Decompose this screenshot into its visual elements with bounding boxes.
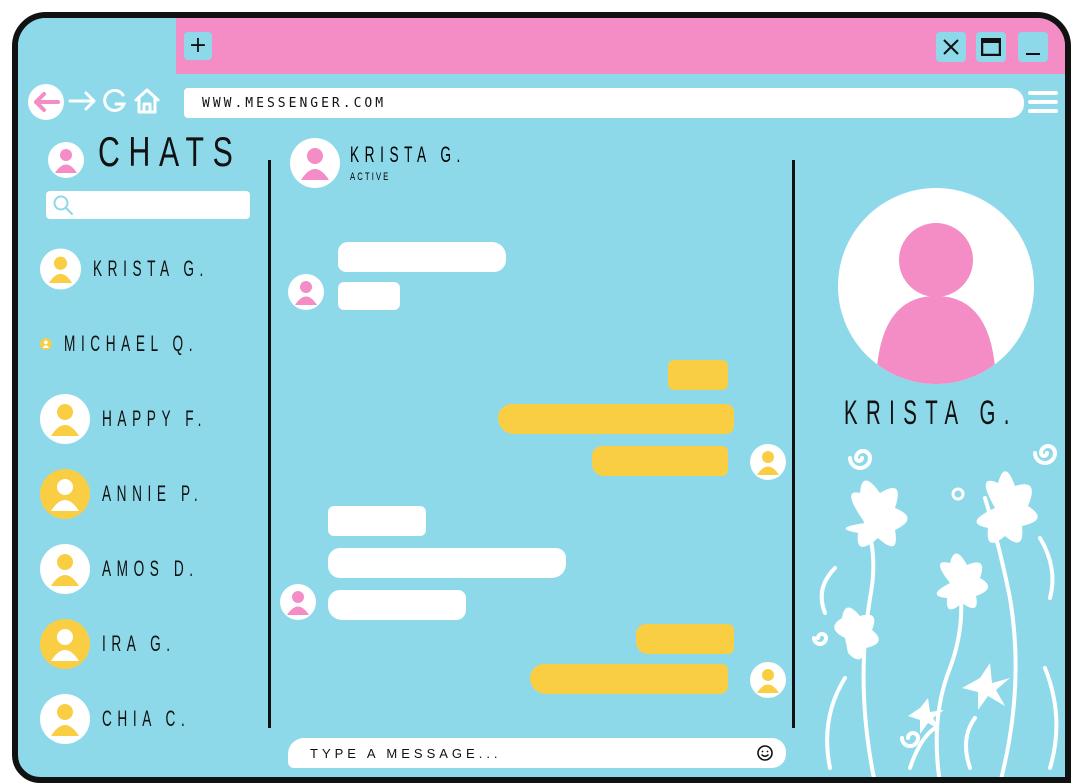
minimize-icon	[1026, 53, 1040, 55]
tab-strip	[168, 18, 1065, 74]
reload-icon	[103, 88, 127, 112]
chat-contact-status: ACTIVE	[350, 171, 391, 183]
yellow-bg-person-icon	[40, 248, 82, 290]
search-input[interactable]	[46, 191, 250, 219]
contact-name: KRISTA G.	[93, 256, 209, 281]
profile-person-icon	[876, 223, 996, 384]
white-bg-person-icon	[40, 469, 90, 519]
outgoing-message[interactable]	[668, 360, 728, 390]
my-avatar-icon	[750, 662, 786, 698]
new-tab-button[interactable]: +	[184, 32, 212, 60]
contact-name: CHIA C.	[102, 706, 191, 731]
contact-name: AMOS D.	[102, 556, 199, 581]
floral-decoration	[812, 444, 1059, 777]
back-arrow-icon	[34, 92, 60, 112]
forward-arrow-icon	[68, 91, 96, 111]
chat-contact-avatar-icon[interactable]	[290, 138, 340, 188]
sidebar-divider	[268, 160, 271, 728]
contact-item[interactable]: MICHAEL Q.	[40, 318, 280, 370]
navigation-bar: WWW.MESSENGER.COM	[18, 76, 1065, 128]
yellow-bg-person-icon	[40, 394, 90, 444]
maximize-icon	[981, 38, 1001, 56]
incoming-message[interactable]	[328, 548, 566, 578]
close-icon	[943, 39, 959, 55]
profile-avatar	[838, 188, 1034, 384]
plus-icon: +	[188, 33, 208, 58]
tab-bar: +	[18, 18, 1065, 74]
home-icon	[134, 88, 160, 114]
outgoing-message[interactable]	[636, 624, 734, 654]
browser-window: + WWW.MESSENGER.COM CHATS KRISTA G. MICH…	[12, 12, 1071, 783]
contact-item[interactable]: AMOS D.	[40, 543, 280, 595]
hamburger-menu-icon[interactable]	[1027, 86, 1059, 118]
emoji-icon[interactable]	[756, 744, 774, 762]
profile-divider	[792, 160, 795, 728]
message-input[interactable]: TYPE A MESSAGE...	[288, 738, 786, 768]
contact-name: IRA G.	[102, 631, 176, 656]
incoming-message[interactable]	[328, 506, 426, 536]
contact-item[interactable]: ANNIE P.	[40, 468, 280, 520]
contact-item[interactable]: CHIA C.	[40, 693, 280, 745]
outgoing-message[interactable]	[498, 404, 734, 434]
back-button[interactable]	[28, 84, 64, 120]
message-input-placeholder: TYPE A MESSAGE...	[310, 745, 502, 761]
minimize-button[interactable]	[1018, 32, 1048, 62]
yellow-bg-person-icon	[40, 694, 90, 744]
sender-avatar-icon	[280, 584, 316, 620]
search-icon	[53, 195, 73, 215]
contact-item[interactable]: KRISTA G.	[40, 243, 280, 295]
white-bg-person-icon	[40, 619, 90, 669]
outgoing-message[interactable]	[530, 664, 728, 694]
profile-name: KRISTA G.	[844, 394, 1018, 432]
contact-item[interactable]: HAPPY F.	[40, 393, 280, 445]
contact-name: ANNIE P.	[102, 481, 204, 506]
address-bar[interactable]: WWW.MESSENGER.COM	[184, 88, 1024, 118]
home-button[interactable]	[132, 86, 162, 116]
chat-contact-name: KRISTA G.	[350, 142, 466, 167]
incoming-message[interactable]	[338, 282, 400, 310]
forward-button[interactable]	[68, 86, 98, 116]
tab-active[interactable]	[18, 18, 176, 74]
incoming-message[interactable]	[328, 590, 466, 620]
contact-item[interactable]: IRA G.	[40, 618, 280, 670]
my-avatar-icon	[750, 444, 786, 480]
close-button[interactable]	[936, 32, 966, 62]
incoming-message[interactable]	[338, 242, 506, 272]
maximize-button[interactable]	[976, 32, 1006, 62]
contact-name: MICHAEL Q.	[63, 331, 198, 356]
url-text: WWW.MESSENGER.COM	[202, 95, 387, 111]
contact-name: HAPPY F.	[102, 406, 208, 431]
yellow-bg-person-icon	[40, 544, 90, 594]
user-avatar-icon[interactable]	[48, 142, 84, 178]
chats-title: CHATS	[98, 128, 242, 175]
outgoing-message[interactable]	[592, 446, 728, 476]
reload-button[interactable]	[100, 86, 130, 116]
sender-avatar-icon	[288, 274, 324, 310]
white-bg-person-icon	[40, 338, 52, 350]
